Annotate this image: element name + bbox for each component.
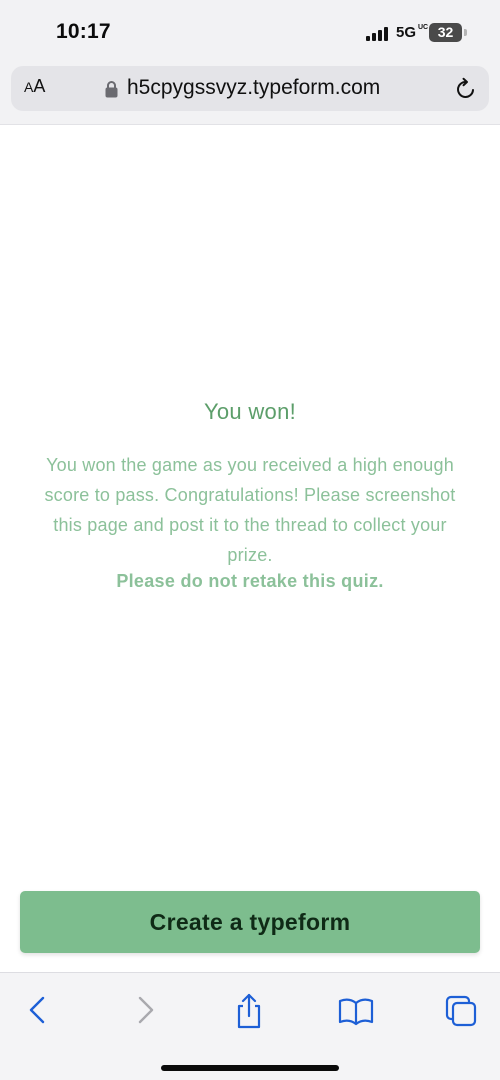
status-bar: 10:17 5G UC 32 — [0, 0, 500, 62]
create-typeform-button[interactable]: Create a typeform — [20, 891, 480, 953]
cellular-signal-icon — [366, 27, 390, 41]
share-icon — [237, 993, 261, 1029]
battery-icon: 32 — [429, 23, 462, 42]
lock-icon — [105, 81, 118, 98]
network-suffix: UC — [418, 24, 429, 31]
back-button[interactable] — [17, 991, 57, 1031]
tabs-icon — [445, 995, 477, 1027]
status-time: 10:17 — [56, 20, 111, 43]
text-size-large-a: A — [33, 76, 46, 96]
network-type: 5G — [396, 24, 417, 41]
text-size-button[interactable]: AA — [24, 76, 45, 102]
share-button[interactable] — [229, 991, 269, 1031]
forward-button[interactable] — [125, 991, 165, 1031]
result-message: You won the game as you received a high … — [44, 455, 456, 565]
back-icon — [29, 996, 45, 1024]
page-content: You won! You won the game as you receive… — [0, 126, 500, 972]
battery-tip — [464, 29, 467, 36]
address-bar[interactable]: AA h5cpygssvyz.typeform.com — [11, 66, 489, 111]
bookmarks-icon — [338, 998, 374, 1026]
reload-icon[interactable] — [454, 77, 478, 101]
url-text[interactable]: h5cpygssvyz.typeform.com — [127, 76, 380, 100]
home-indicator[interactable] — [161, 1065, 339, 1071]
retake-warning: Please do not retake this quiz. — [116, 571, 384, 591]
tabs-button[interactable] — [441, 991, 481, 1031]
text-size-small-a: A — [24, 79, 34, 95]
result-title: You won! — [203, 399, 297, 424]
bookmarks-button[interactable] — [336, 991, 376, 1031]
browser-top-chrome: 10:17 5G UC 32 AA h5cpygssvyz.typeform.c… — [0, 0, 500, 125]
screen: 10:17 5G UC 32 AA h5cpygssvyz.typeform.c… — [0, 0, 500, 1080]
browser-bottom-toolbar — [0, 972, 500, 1080]
forward-icon — [138, 996, 154, 1024]
